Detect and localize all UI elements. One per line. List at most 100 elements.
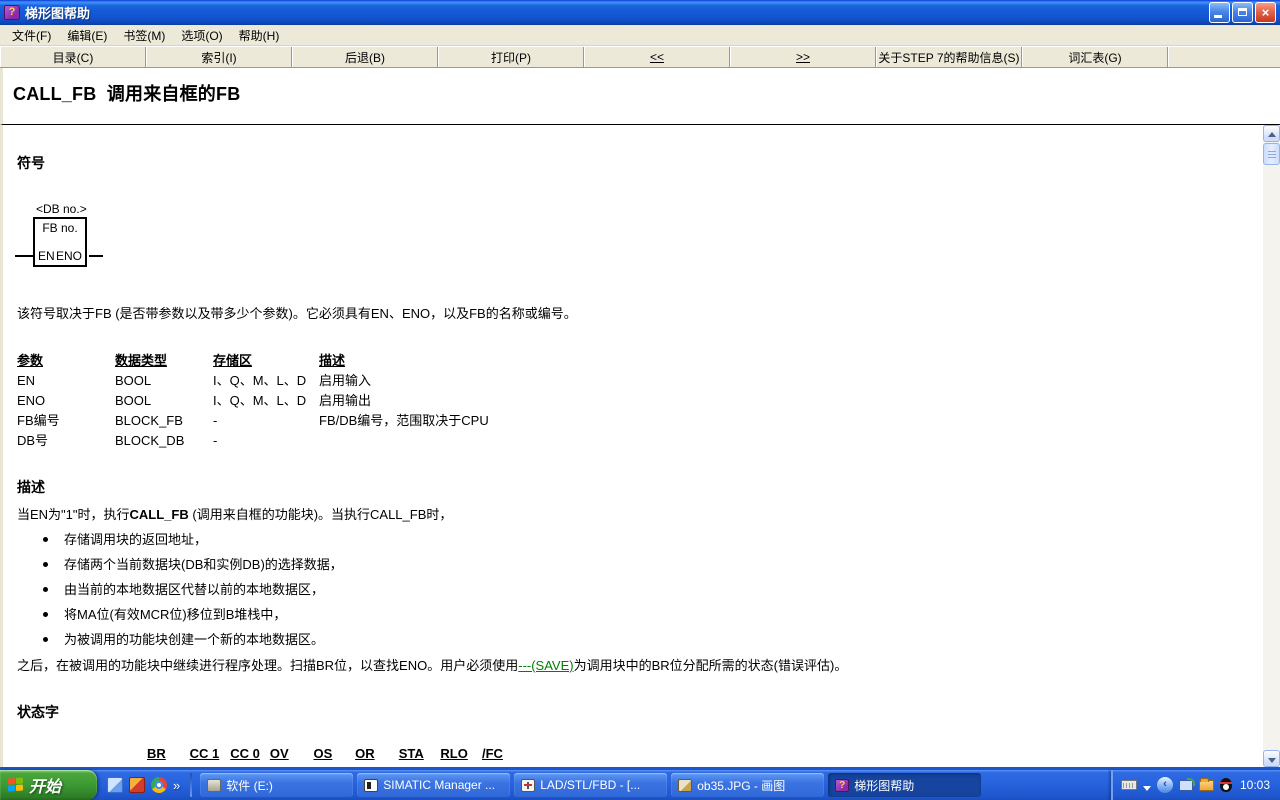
clock: 10:03 <box>1238 778 1270 792</box>
list-item: 存储调用块的返回地址， <box>43 529 207 548</box>
status-col-sta: STA <box>399 746 437 761</box>
start-button[interactable]: 开始 <box>0 770 97 800</box>
scrollbar-thumb[interactable] <box>1263 143 1280 165</box>
status-col-br: BR <box>147 746 186 761</box>
minimize-icon <box>1214 15 1222 18</box>
bullet-icon <box>43 637 48 642</box>
status-col-cc0: CC 0 <box>230 746 266 761</box>
table-cell: BLOCK_DB <box>115 431 213 451</box>
next-topic-button[interactable]: >> <box>730 47 876 67</box>
status-word-header-row: BR CC 1 CC 0 OV OS OR STA RLO /FC <box>147 746 503 761</box>
save-link[interactable]: ---(SAVE) <box>518 658 573 673</box>
bullet-icon <box>43 587 48 592</box>
diagram-rail-right <box>89 255 103 257</box>
table-cell: ENO <box>17 391 115 411</box>
back-button[interactable]: 后退(B) <box>292 47 438 67</box>
diagram-eno-label: ENO <box>56 249 82 263</box>
table-cell: FB/DB编号，范围取决于CPU <box>319 411 489 431</box>
status-word-heading: 状态字 <box>17 702 59 722</box>
glossary-button[interactable]: 词汇表(G) <box>1022 47 1168 67</box>
status-col-fc: /FC <box>482 746 503 761</box>
contents-button[interactable]: 目录(C) <box>0 47 146 67</box>
table-cell: DB号 <box>17 431 115 451</box>
show-desktop-icon[interactable] <box>107 777 123 793</box>
chrome-icon[interactable] <box>151 777 167 793</box>
scroll-down-button[interactable] <box>1263 750 1280 767</box>
menu-bookmark[interactable]: 书签(M) <box>115 25 173 46</box>
symbol-heading: 符号 <box>17 153 45 173</box>
simatic-icon <box>364 779 378 792</box>
prev-topic-button[interactable]: << <box>584 47 730 67</box>
task-ladder-help[interactable]: ? 梯形图帮助 <box>828 773 981 797</box>
diagram-db-label: <DB no.> <box>36 202 87 216</box>
bullet-text: 存储调用块的返回地址， <box>64 532 207 547</box>
print-button[interactable]: 打印(P) <box>438 47 584 67</box>
page-title: CALL_FB 调用来自框的FB <box>13 80 1270 106</box>
col-header-param: 参数 <box>17 351 115 371</box>
menu-file[interactable]: 文件(F) <box>4 25 59 46</box>
drive-icon <box>207 779 221 792</box>
task-paint-ob35[interactable]: ob35.JPG - 画图 <box>671 773 824 797</box>
close-button[interactable]: × <box>1255 2 1276 23</box>
folder-tray-icon[interactable] <box>1199 780 1214 791</box>
table-cell: I、Q、M、L、D <box>213 371 319 391</box>
quicklaunch-overflow-chevron[interactable]: » <box>173 778 180 793</box>
qq-messenger-icon[interactable] <box>1220 778 1232 792</box>
table-cell: 启用输出 <box>319 391 489 411</box>
task-simatic-manager[interactable]: SIMATIC Manager ... <box>357 773 510 797</box>
bullet-icon <box>43 537 48 542</box>
bullet-text: 将MA位(有效MCR位)移位到B堆栈中， <box>64 607 286 622</box>
taskbar: 开始 » 软件 (E:) SIMATIC Manager ... LAD/STL… <box>0 770 1280 800</box>
index-button[interactable]: 索引(I) <box>146 47 292 67</box>
after-pre: 之后，在被调用的功能块中继续进行程序处理。扫描BR位，以查找ENO。用户必须使用 <box>17 658 518 673</box>
status-col-ov: OV <box>270 746 310 761</box>
tray-collapse-chevron-icon[interactable] <box>1143 786 1151 791</box>
windows-logo-icon <box>8 777 24 792</box>
description-intro: 当EN为"1"时，执行CALL_FB (调用来自框的功能块)。当执行CALL_F… <box>17 504 452 523</box>
help-book-icon: ? <box>835 779 849 792</box>
table-cell: I、Q、M、L、D <box>213 391 319 411</box>
hide-icons-button[interactable]: ‹ <box>1157 777 1173 793</box>
task-software-drive[interactable]: 软件 (E:) <box>200 773 353 797</box>
status-col-or: OR <box>355 746 395 761</box>
table-cell: - <box>213 411 319 431</box>
task-label: ob35.JPG - 画图 <box>697 777 785 794</box>
table-cell: FB编号 <box>17 411 115 431</box>
menu-options[interactable]: 选项(O) <box>173 25 230 46</box>
about-step7-help-button[interactable]: 关于STEP 7的帮助信息(S) <box>876 47 1022 67</box>
menu-edit[interactable]: 编辑(E) <box>59 25 115 46</box>
task-lad-stl-fbd[interactable]: LAD/STL/FBD - [... <box>514 773 667 797</box>
description-heading: 描述 <box>17 477 45 497</box>
minimize-button[interactable] <box>1209 2 1230 23</box>
menu-help[interactable]: 帮助(H) <box>231 25 288 46</box>
input-method-keyboard-icon[interactable] <box>1121 780 1137 790</box>
bullet-text: 为被调用的功能块创建一个新的本地数据区。 <box>64 632 324 647</box>
list-item: 将MA位(有效MCR位)移位到B堆栈中， <box>43 604 286 623</box>
col-header-memoryarea: 存储区 <box>213 351 319 371</box>
task-label: LAD/STL/FBD - [... <box>540 778 640 792</box>
symbol-paragraph: 该符号取决于FB (是否带参数以及带多少个参数)。它必须具有EN、ENO，以及F… <box>17 303 577 322</box>
bullet-text: 存储两个当前数据块(DB和实例DB)的选择数据， <box>64 557 343 572</box>
scroll-up-button[interactable] <box>1263 125 1280 142</box>
table-cell: - <box>213 431 319 451</box>
list-item: 存储两个当前数据块(DB和实例DB)的选择数据， <box>43 554 343 573</box>
desc-intro-post: (调用来自框的功能块)。当执行CALL_FB时， <box>189 507 453 522</box>
list-item: 为被调用的功能块创建一个新的本地数据区。 <box>43 629 324 648</box>
paint-icon <box>678 779 692 792</box>
diagram-fb-label: FB no. <box>35 221 85 235</box>
list-item: 由当前的本地数据区代替以前的本地数据区， <box>43 579 324 598</box>
network-status-icon[interactable] <box>1179 780 1193 791</box>
status-col-os: OS <box>314 746 352 761</box>
grip-icon <box>1268 151 1276 159</box>
vertical-scrollbar[interactable] <box>1263 125 1280 767</box>
status-col-rlo: RLO <box>440 746 478 761</box>
media-app-icon[interactable] <box>129 777 145 793</box>
restore-button[interactable] <box>1232 2 1253 23</box>
col-header-description: 描述 <box>319 351 489 371</box>
fb-block-diagram: FB no. EN ENO <box>33 217 87 267</box>
window-title: 梯形图帮助 <box>25 3 1204 22</box>
after-paragraph: 之后，在被调用的功能块中继续进行程序处理。扫描BR位，以查找ENO。用户必须使用… <box>17 655 847 674</box>
article-header: CALL_FB 调用来自框的FB <box>0 68 1280 125</box>
table-cell: EN <box>17 371 115 391</box>
table-cell: BOOL <box>115 391 213 411</box>
